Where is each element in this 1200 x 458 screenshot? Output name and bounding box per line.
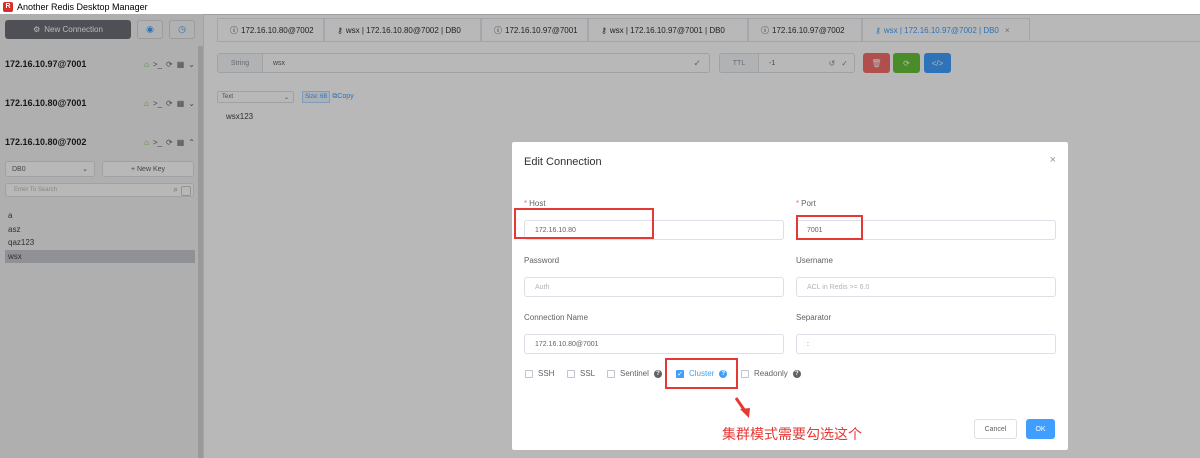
sentinel-label: Sentinel — [620, 369, 649, 378]
window-titlebar: R Another Redis Desktop Manager — [0, 0, 1200, 15]
connection-name-input[interactable]: 172.16.10.80@7001 — [524, 334, 784, 354]
password-label: Password — [524, 256, 560, 265]
ssh-checkbox[interactable]: SSH — [525, 369, 554, 378]
separator-label: Separator — [796, 313, 832, 322]
highlight-cluster — [665, 358, 738, 389]
password-input[interactable]: Auth — [524, 277, 784, 297]
ssh-label: SSH — [538, 369, 555, 378]
checkbox-box[interactable] — [525, 369, 533, 378]
ssl-checkbox[interactable]: SSL — [567, 369, 595, 378]
readonly-checkbox[interactable]: Readonly ? — [741, 369, 801, 378]
app-logo-icon: R — [3, 2, 13, 12]
help-icon[interactable]: ? — [792, 369, 801, 378]
ssl-label: SSL — [580, 369, 596, 378]
annotation-arrow-icon — [734, 397, 750, 418]
cancel-button[interactable]: Cancel — [974, 419, 1017, 439]
readonly-label: Readonly — [754, 369, 788, 378]
help-icon[interactable]: ? — [653, 369, 662, 378]
connection-name-label: Connection Name — [524, 313, 589, 322]
host-label: * Host — [524, 199, 546, 208]
sentinel-checkbox[interactable]: Sentinel ? — [607, 369, 662, 378]
dialog-title: Edit Connection — [524, 156, 602, 168]
window-title: Another Redis Desktop Manager — [17, 2, 148, 12]
annotation-text: 集群模式需要勾选这个 — [722, 427, 862, 443]
checkbox-box[interactable] — [607, 369, 615, 378]
checkbox-box[interactable] — [567, 369, 575, 378]
checkbox-box[interactable] — [741, 369, 749, 378]
port-label-text: Port — [801, 199, 816, 208]
username-label: Username — [796, 256, 833, 265]
close-icon[interactable]: × — [1050, 154, 1056, 166]
username-input[interactable]: ACL in Redis >= 6.0 — [796, 277, 1056, 297]
ok-button[interactable]: OK — [1026, 419, 1055, 439]
highlight-host — [514, 208, 654, 239]
host-label-text: Host — [529, 199, 546, 208]
separator-input[interactable]: : — [796, 334, 1056, 354]
port-label: * Port — [796, 199, 816, 208]
highlight-port — [796, 215, 863, 240]
